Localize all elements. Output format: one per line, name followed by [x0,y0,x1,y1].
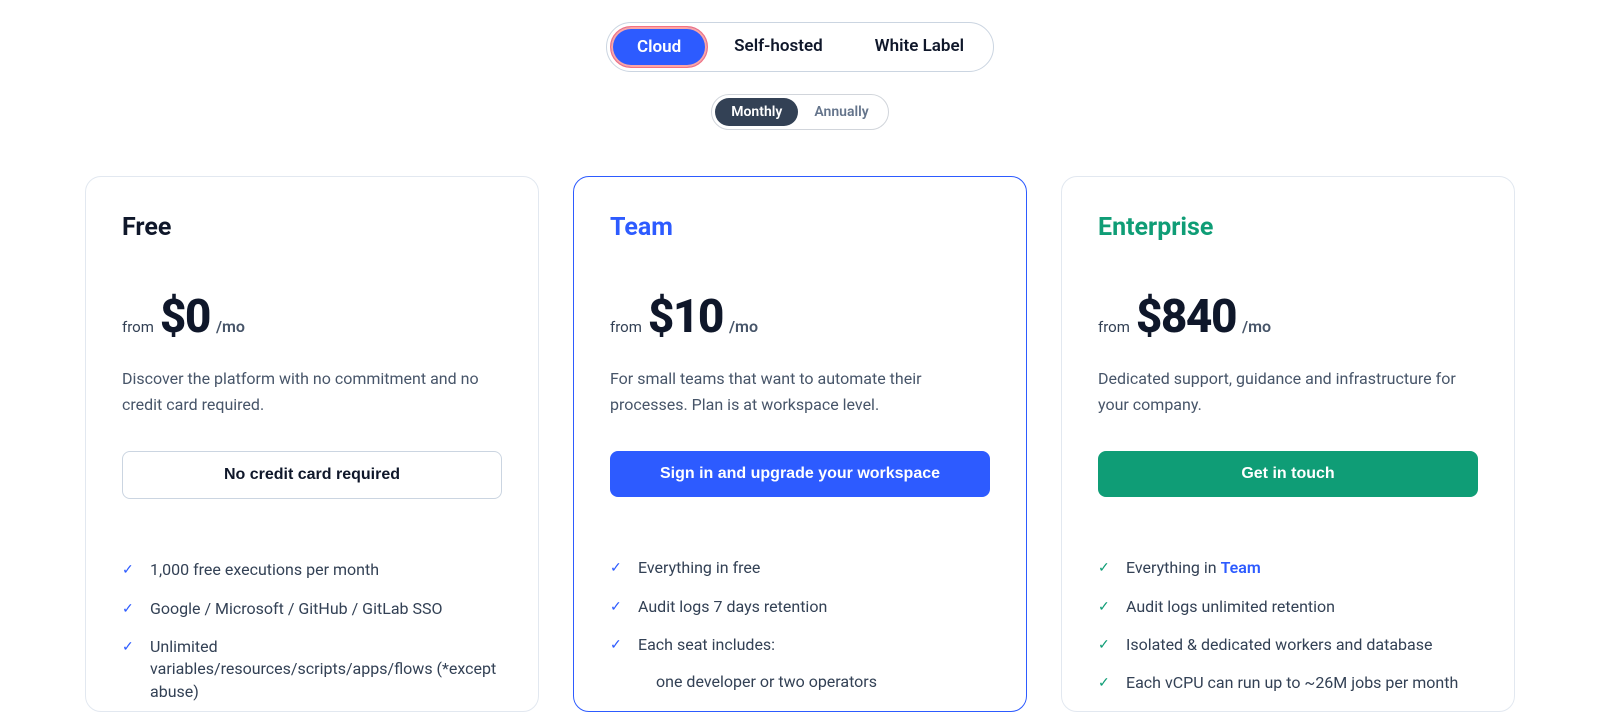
feature-item: ✓Google / Microsoft / GitHub / GitLab SS… [122,590,502,628]
plan-description: For small teams that want to automate th… [610,366,990,417]
feature-list: ✓1,000 free executions per month ✓Google… [122,551,502,711]
price-from: from [1098,318,1130,336]
check-icon: ✓ [122,636,136,703]
feature-list: ✓Everything in free ✓Audit logs 7 days r… [610,549,990,664]
plan-price: from $0 /mo [122,290,502,344]
plan-card-enterprise: Enterprise from $840 /mo Dedicated suppo… [1061,176,1515,712]
check-icon: ✓ [610,596,624,618]
deploy-option-self-hosted[interactable]: Self-hosted [708,26,849,68]
cta-enterprise[interactable]: Get in touch [1098,451,1478,497]
plan-name: Free [122,213,502,242]
feature-sublist: one developer or two operators [610,666,990,697]
feature-item: ✓ Everything in Team [1098,549,1478,587]
plan-name: Enterprise [1098,213,1478,242]
pricing-cards: Free from $0 /mo Discover the platform w… [0,176,1600,712]
price-from: from [610,318,642,336]
price-amount: $840 [1136,290,1236,344]
feature-item: ✓Audit logs 7 days retention [610,588,990,626]
feature-list: ✓ Everything in Team ✓Audit logs unlimit… [1098,549,1478,703]
link-team-plan[interactable]: Team [1221,558,1261,577]
deploy-option-white-label[interactable]: White Label [849,26,990,68]
feature-item: ✓Each vCPU can run up to ~26M jobs per m… [1098,664,1478,702]
deploy-option-cloud[interactable]: Cloud [610,26,708,68]
plan-card-free: Free from $0 /mo Discover the platform w… [85,176,539,712]
feature-item: ✓Audit logs unlimited retention [1098,588,1478,626]
deployment-toggle: Cloud Self-hosted White Label [606,22,994,72]
billing-option-annually[interactable]: Annually [798,98,884,126]
cta-team[interactable]: Sign in and upgrade your workspace [610,451,990,497]
price-per: /mo [216,317,245,336]
price-amount: $0 [160,290,210,344]
billing-toggle: Monthly Annually [711,94,888,130]
check-icon: ✓ [1098,596,1112,618]
check-icon: ✓ [122,598,136,620]
check-icon: ✓ [1098,557,1112,579]
feature-item: ✓Isolated & dedicated workers and databa… [1098,626,1478,664]
price-per: /mo [1242,317,1271,336]
plan-price: from $10 /mo [610,290,990,344]
plan-description: Dedicated support, guidance and infrastr… [1098,366,1478,417]
check-icon: ✓ [122,559,136,581]
feature-subitem: one developer or two operators [656,666,990,697]
billing-option-monthly[interactable]: Monthly [715,98,798,126]
check-icon: ✓ [610,557,624,579]
price-from: from [122,318,154,336]
check-icon: ✓ [1098,634,1112,656]
plan-name: Team [610,213,990,242]
cta-free[interactable]: No credit card required [122,451,502,499]
plan-price: from $840 /mo [1098,290,1478,344]
price-amount: $10 [648,290,723,344]
feature-item: ✓Everything in free [610,549,990,587]
feature-item: ✓Unlimited variables/resources/scripts/a… [122,628,502,711]
check-icon: ✓ [610,634,624,656]
feature-item: ✓Each seat includes: [610,626,990,664]
plan-card-team: Team from $10 /mo For small teams that w… [573,176,1027,712]
price-per: /mo [729,317,758,336]
plan-description: Discover the platform with no commitment… [122,366,502,417]
feature-item: ✓1,000 free executions per month [122,551,502,589]
check-icon: ✓ [1098,672,1112,694]
